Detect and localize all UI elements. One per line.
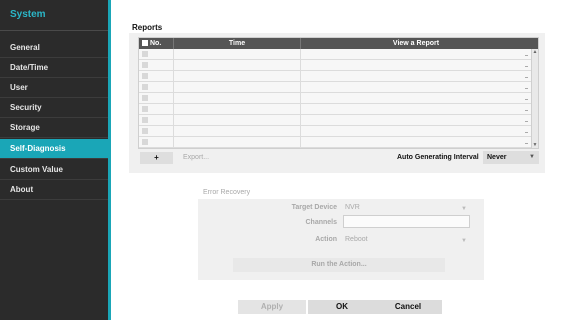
channels-field[interactable]	[343, 215, 470, 228]
chevron-down-icon: ▼	[529, 154, 535, 160]
row-checkbox[interactable]	[142, 62, 148, 68]
table-row[interactable]	[139, 137, 531, 148]
table-row[interactable]	[139, 104, 531, 115]
target-device-label: Target Device	[291, 204, 337, 211]
table-row[interactable]	[139, 71, 531, 82]
sidebar-item-storage[interactable]: Storage	[0, 118, 108, 138]
run-action-button[interactable]: Run the Action...	[233, 258, 445, 272]
target-device-select[interactable]: NVR	[345, 204, 360, 211]
row-checkbox[interactable]	[142, 139, 148, 145]
auto-interval-label: Auto Generating Interval	[397, 154, 479, 161]
table-body	[139, 49, 531, 148]
table-row[interactable]	[139, 126, 531, 137]
column-header-no[interactable]: No.	[139, 38, 174, 49]
row-checkbox[interactable]	[142, 51, 148, 57]
auto-interval-value: Never	[487, 154, 507, 161]
select-all-checkbox[interactable]	[142, 40, 148, 46]
cancel-button[interactable]: Cancel	[374, 300, 442, 314]
row-checkbox[interactable]	[142, 117, 148, 123]
export-button[interactable]: Export...	[183, 152, 209, 164]
table-row[interactable]	[139, 49, 531, 60]
action-label: Action	[315, 236, 337, 243]
table-row[interactable]	[139, 60, 531, 71]
auto-interval-select[interactable]: Never ▼	[483, 151, 539, 164]
table-header: No. Time View a Report	[139, 38, 538, 49]
add-report-button[interactable]: +	[140, 152, 173, 164]
column-label-no: No.	[150, 40, 162, 47]
sidebar-item-security[interactable]: Security	[0, 98, 108, 118]
error-recovery-title: Error Recovery	[203, 189, 251, 196]
ok-button[interactable]: OK	[308, 300, 376, 314]
reports-title: Reports	[132, 23, 163, 32]
chevron-down-icon: ▼	[461, 238, 467, 244]
sidebar-item-date-time[interactable]: Date/Time	[0, 58, 108, 78]
action-select[interactable]: Reboot	[345, 236, 368, 243]
channels-label: Channels	[305, 219, 337, 226]
sidebar-item-general[interactable]: General	[0, 38, 108, 58]
sidebar-item-custom-value[interactable]: Custom Value	[0, 160, 108, 180]
scroll-up-icon[interactable]: ▲	[532, 49, 538, 55]
chevron-down-icon: ▼	[461, 206, 467, 212]
column-header-view-report[interactable]: View a Report	[301, 38, 531, 49]
sidebar-item-user[interactable]: User	[0, 78, 108, 98]
sidebar-divider	[0, 30, 108, 31]
row-checkbox[interactable]	[142, 73, 148, 79]
column-header-time[interactable]: Time	[174, 38, 301, 49]
sidebar: System General Date/Time User Security S…	[0, 0, 111, 320]
sidebar-item-self-diagnosis[interactable]: Self-Diagnosis	[0, 139, 108, 159]
apply-button[interactable]: Apply	[238, 300, 306, 314]
table-scrollbar[interactable]: ▲ ▼	[531, 49, 538, 148]
main-content: Reports No. Time View a Report ▲ ▼ + Exp…	[111, 0, 563, 320]
sidebar-title: System	[10, 9, 46, 20]
table-row[interactable]	[139, 93, 531, 104]
row-checkbox[interactable]	[142, 106, 148, 112]
reports-table: No. Time View a Report ▲ ▼	[138, 37, 539, 149]
table-row[interactable]	[139, 115, 531, 126]
scroll-down-icon[interactable]: ▼	[532, 142, 538, 148]
row-checkbox[interactable]	[142, 84, 148, 90]
row-checkbox[interactable]	[142, 95, 148, 101]
sidebar-item-about[interactable]: About	[0, 180, 108, 200]
row-checkbox[interactable]	[142, 128, 148, 134]
table-row[interactable]	[139, 82, 531, 93]
